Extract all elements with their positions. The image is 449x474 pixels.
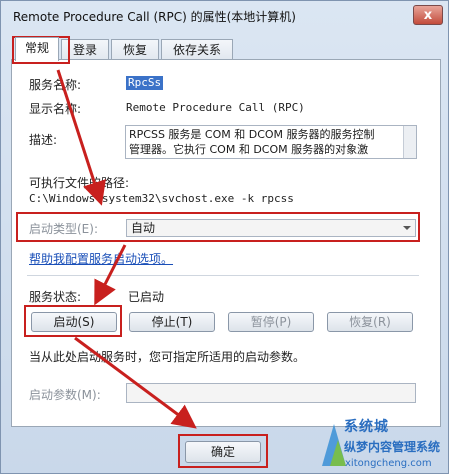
tab-recovery[interactable]: 恢复 bbox=[111, 39, 159, 60]
display-name-value: Remote Procedure Call (RPC) bbox=[126, 101, 305, 114]
startup-type-value: 自动 bbox=[131, 221, 156, 235]
description-line-2: 管理器。它执行 COM 和 DCOM 服务器的对象激 bbox=[129, 143, 369, 156]
watermark-brand: 系统城 bbox=[344, 419, 389, 435]
service-name-label: 服务名称: bbox=[29, 78, 82, 92]
description-label: 描述: bbox=[29, 133, 58, 147]
watermark-subtitle: 纵梦内容管理系统 bbox=[344, 440, 441, 454]
start-params-label: 启动参数(M): bbox=[29, 388, 101, 402]
stop-button[interactable]: 停止(T) bbox=[129, 312, 215, 332]
display-name-label: 显示名称: bbox=[29, 102, 82, 116]
watermark-url: xitongcheng.com bbox=[345, 458, 432, 469]
chevron-down-icon bbox=[403, 226, 411, 230]
description-box[interactable]: RPCSS 服务是 COM 和 DCOM 服务器的服务控制 管理器。它执行 CO… bbox=[125, 125, 417, 159]
startup-type-label: 启动类型(E): bbox=[29, 222, 98, 236]
pause-button[interactable]: 暂停(P) bbox=[228, 312, 314, 332]
service-status-label: 服务状态: bbox=[29, 290, 82, 304]
close-button[interactable]: x bbox=[413, 5, 443, 25]
service-status-value: 已启动 bbox=[128, 290, 165, 304]
ok-button[interactable]: 确定 bbox=[185, 441, 261, 463]
description-scrollbar[interactable] bbox=[403, 126, 416, 158]
description-line-1: RPCSS 服务是 COM 和 DCOM 服务器的服务控制 bbox=[129, 128, 375, 141]
start-params-input[interactable] bbox=[126, 383, 416, 403]
tab-general[interactable]: 常规 bbox=[15, 37, 59, 61]
tab-logon[interactable]: 登录 bbox=[61, 39, 109, 60]
resume-button[interactable]: 恢复(R) bbox=[327, 312, 413, 332]
start-button[interactable]: 启动(S) bbox=[31, 312, 117, 332]
window-title: Remote Procedure Call (RPC) 的属性(本地计算机) bbox=[13, 10, 296, 24]
properties-dialog: Remote Procedure Call (RPC) 的属性(本地计算机) x… bbox=[0, 0, 449, 474]
divider bbox=[27, 275, 419, 276]
startup-type-select[interactable]: 自动 bbox=[126, 219, 416, 237]
service-name-value[interactable]: RpcSs bbox=[126, 76, 164, 90]
start-params-hint: 当从此处启动服务时，您可指定所适用的启动参数。 bbox=[29, 350, 306, 364]
help-configure-link[interactable]: 帮助我配置服务启动选项。 bbox=[29, 250, 173, 267]
exe-path-label: 可执行文件的路径: bbox=[29, 176, 130, 190]
title-bar: Remote Procedure Call (RPC) 的属性(本地计算机) x bbox=[1, 1, 448, 31]
tab-dependencies[interactable]: 依存关系 bbox=[161, 39, 233, 60]
exe-path-value: C:\Windows\system32\svchost.exe -k rpcss bbox=[29, 192, 294, 205]
